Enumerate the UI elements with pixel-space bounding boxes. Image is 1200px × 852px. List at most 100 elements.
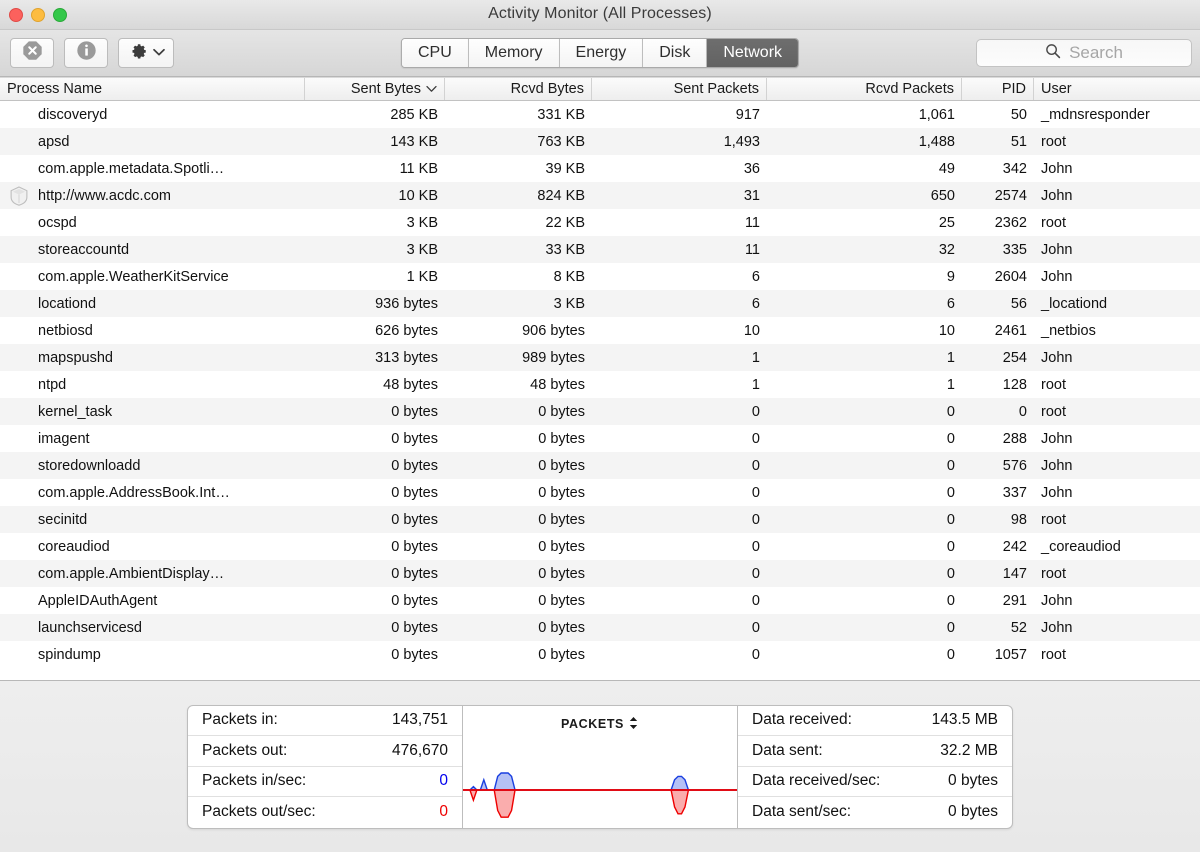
process-table[interactable]: discoveryd285 KB331 KB9171,06150_mdnsres… (0, 101, 1200, 680)
cell-sent-bytes: 3 KB (305, 236, 445, 263)
up-down-chevron-icon[interactable] (628, 716, 639, 733)
table-row[interactable]: storedownloadd0 bytes0 bytes00576John (0, 452, 1200, 479)
packet-stat-label: Packets in/sec: (202, 772, 306, 790)
cell-user: _locationd (1034, 290, 1200, 317)
table-row[interactable]: coreaudiod0 bytes0 bytes00242_coreaudiod (0, 533, 1200, 560)
table-row[interactable]: com.apple.WeatherKitService1 KB8 KB69260… (0, 263, 1200, 290)
cell-user: John (1034, 236, 1200, 263)
column-header-label: Sent Packets (674, 81, 759, 97)
column-header-label: User (1041, 81, 1072, 97)
cell-process-name: kernel_task (0, 398, 305, 425)
table-row[interactable]: imagent0 bytes0 bytes00288John (0, 425, 1200, 452)
packets-sparkline (463, 742, 737, 824)
column-header-sent-packets[interactable]: Sent Packets (592, 78, 767, 100)
table-row[interactable]: apsd143 KB763 KB1,4931,48851root (0, 128, 1200, 155)
tab-memory[interactable]: Memory (469, 39, 560, 67)
cell-rcvd-packets: 1 (767, 344, 962, 371)
process-name-label: com.apple.metadata.Spotli… (38, 161, 224, 177)
table-row[interactable]: locationd936 bytes3 KB6656_locationd (0, 290, 1200, 317)
network-summary-panel: Packets in:143,751Packets out:476,670Pac… (0, 680, 1200, 852)
cell-process-name: com.apple.WeatherKitService (0, 263, 305, 290)
cell-rcvd-packets: 0 (767, 614, 962, 641)
table-row[interactable]: mapspushd313 bytes989 bytes11254John (0, 344, 1200, 371)
cell-sent-bytes: 0 bytes (305, 479, 445, 506)
table-row[interactable]: com.apple.AmbientDisplay…0 bytes0 bytes0… (0, 560, 1200, 587)
cell-user: John (1034, 479, 1200, 506)
cell-rcvd-bytes: 0 bytes (445, 533, 592, 560)
process-name-label: com.apple.AddressBook.Int… (38, 485, 230, 501)
stats-group: Packets in:143,751Packets out:476,670Pac… (187, 705, 1013, 829)
process-name-label: storeaccountd (38, 242, 129, 258)
settings-menu-button[interactable] (118, 38, 174, 68)
table-row[interactable]: http://www.acdc.com10 KB824 KB316502574J… (0, 182, 1200, 209)
table-row[interactable]: secinitd0 bytes0 bytes0098root (0, 506, 1200, 533)
cell-sent-bytes: 3 KB (305, 209, 445, 236)
process-name-label: netbiosd (38, 323, 93, 339)
process-name-label: imagent (38, 431, 90, 447)
cell-pid: 254 (962, 344, 1034, 371)
column-header-rcvd-bytes[interactable]: Rcvd Bytes (445, 78, 592, 100)
data-stat-row: Data received:143.5 MB (738, 706, 1012, 737)
cell-pid: 335 (962, 236, 1034, 263)
cell-sent-bytes: 936 bytes (305, 290, 445, 317)
cell-process-name: com.apple.AmbientDisplay… (0, 560, 305, 587)
tab-network[interactable]: Network (707, 39, 798, 67)
cell-process-name: storedownloadd (0, 452, 305, 479)
cell-rcvd-bytes: 0 bytes (445, 560, 592, 587)
tab-disk[interactable]: Disk (643, 39, 707, 67)
table-row[interactable]: AppleIDAuthAgent0 bytes0 bytes00291John (0, 587, 1200, 614)
packet-stat-row: Packets out/sec:0 (188, 797, 462, 827)
cell-pid: 576 (962, 452, 1034, 479)
cell-rcvd-packets: 1,061 (767, 101, 962, 128)
cell-rcvd-bytes: 0 bytes (445, 425, 592, 452)
column-header-user[interactable]: User (1034, 78, 1200, 100)
data-stat-value: 32.2 MB (940, 742, 998, 760)
cell-process-name: locationd (0, 290, 305, 317)
table-row[interactable]: discoveryd285 KB331 KB9171,06150_mdnsres… (0, 101, 1200, 128)
column-header-rcvd-packets[interactable]: Rcvd Packets (767, 78, 962, 100)
data-stat-row: Data received/sec:0 bytes (738, 767, 1012, 798)
cell-pid: 2461 (962, 317, 1034, 344)
column-header-process-name[interactable]: Process Name (0, 78, 305, 100)
table-row[interactable]: ocspd3 KB22 KB11252362root (0, 209, 1200, 236)
cell-process-name: mapspushd (0, 344, 305, 371)
search-icon (1045, 43, 1061, 64)
table-row[interactable]: com.apple.AddressBook.Int… 0 bytes0 bytes… (0, 479, 1200, 506)
tab-energy[interactable]: Energy (560, 39, 644, 67)
quit-process-button[interactable] (10, 38, 54, 68)
column-header-pid[interactable]: PID (962, 78, 1034, 100)
inspect-process-button[interactable] (64, 38, 108, 68)
toolbar: CPU Memory Energy Disk Network Search (0, 30, 1200, 77)
cell-process-name: discoveryd (0, 101, 305, 128)
cell-rcvd-bytes: 989 bytes (445, 344, 592, 371)
cell-user: John (1034, 614, 1200, 641)
table-row[interactable]: ntpd48 bytes48 bytes11128root (0, 371, 1200, 398)
column-header-label: Process Name (7, 81, 102, 97)
cell-rcvd-packets: 10 (767, 317, 962, 344)
cell-user: _coreaudiod (1034, 533, 1200, 560)
cell-process-name: ocspd (0, 209, 305, 236)
cell-sent-packets: 0 (592, 614, 767, 641)
cell-sent-bytes: 11 KB (305, 155, 445, 182)
table-row[interactable]: launchservicesd0 bytes0 bytes0052John (0, 614, 1200, 641)
graph-title[interactable]: PACKETS (561, 716, 639, 733)
cell-sent-bytes: 143 KB (305, 128, 445, 155)
table-row[interactable]: kernel_task0 bytes0 bytes000root (0, 398, 1200, 425)
cell-sent-bytes: 0 bytes (305, 587, 445, 614)
table-row[interactable]: netbiosd626 bytes906 bytes10102461_netbi… (0, 317, 1200, 344)
table-row[interactable]: storeaccountd3 KB33 KB1132335John (0, 236, 1200, 263)
tab-cpu[interactable]: CPU (402, 39, 469, 67)
graph-canvas (463, 742, 737, 829)
data-stats-panel: Data received:143.5 MBData sent:32.2 MBD… (737, 706, 1012, 828)
cell-user: root (1034, 128, 1200, 155)
table-row[interactable]: spindump0 bytes0 bytes001057root (0, 641, 1200, 668)
cell-rcvd-bytes: 0 bytes (445, 479, 592, 506)
cell-rcvd-bytes: 33 KB (445, 236, 592, 263)
table-row[interactable]: com.apple.metadata.Spotli…11 KB39 KB3649… (0, 155, 1200, 182)
cell-sent-packets: 0 (592, 479, 767, 506)
column-header-sent-bytes[interactable]: Sent Bytes (305, 78, 445, 100)
cell-user: John (1034, 425, 1200, 452)
cell-user: John (1034, 587, 1200, 614)
search-field[interactable]: Search (976, 39, 1192, 67)
packets-graph-panel[interactable]: PACKETS (463, 706, 737, 828)
